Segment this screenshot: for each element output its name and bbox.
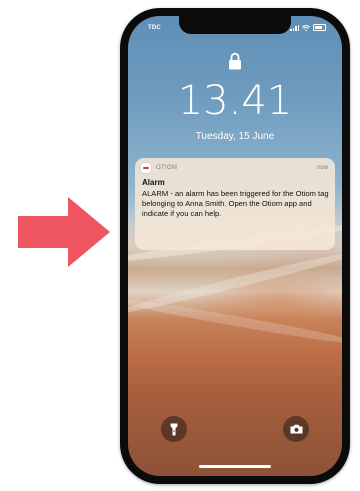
pointer-arrow-icon (18, 197, 110, 267)
notification-app-name: OTIOM (156, 165, 178, 171)
padlock-icon (229, 52, 241, 70)
camera-icon (290, 424, 302, 434)
notification-body: ALARM - an alarm has been triggered for … (142, 189, 329, 219)
notification-time: now (316, 165, 328, 171)
carrier-label: TDC (148, 25, 161, 31)
battery-icon (313, 24, 326, 31)
flashlight-button[interactable] (161, 416, 187, 442)
notification-header: OTIOM now (141, 163, 328, 173)
notification-title: Alarm (142, 178, 165, 187)
status-icons (290, 24, 326, 31)
wifi-icon (302, 24, 310, 31)
flashlight-icon (170, 423, 178, 435)
phone-frame: TDC 13.41 Tuesday, 15 June OTIOM now Ala… (120, 8, 350, 484)
alarm-notification[interactable]: OTIOM now Alarm ALARM - an alarm has bee… (135, 158, 335, 250)
notch (179, 16, 291, 34)
home-indicator[interactable] (199, 465, 271, 468)
lock-screen: TDC 13.41 Tuesday, 15 June OTIOM now Ala… (128, 16, 342, 476)
clock-time: 13.41 (177, 78, 293, 124)
cellular-signal-icon (290, 24, 299, 31)
clock-date: Tuesday, 15 June (195, 131, 275, 142)
camera-button[interactable] (283, 416, 309, 442)
otiom-app-icon (141, 163, 151, 173)
